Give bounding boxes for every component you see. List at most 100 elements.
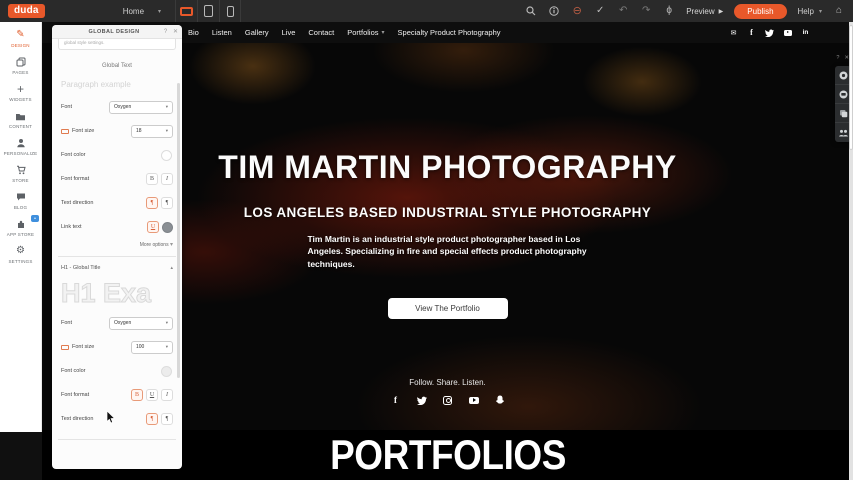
font-select[interactable]: Oxygen ▾ xyxy=(109,101,173,114)
chevron-down-icon: ▾ xyxy=(382,29,385,36)
paragraph-rtl-icon: ¶ xyxy=(166,200,169,206)
mobile-icon xyxy=(227,6,234,17)
panel-title: GLOBAL DESIGN xyxy=(52,29,162,35)
nav-item-bio[interactable]: Bio xyxy=(188,28,199,37)
app-store-puzzle-icon xyxy=(16,219,26,230)
h1-font-size-select[interactable]: 100 ▾ xyxy=(131,341,173,354)
h1-font-select[interactable]: Oxygen ▾ xyxy=(109,317,173,330)
h1-italic-button[interactable]: I xyxy=(161,389,173,401)
font-color-row: Font color xyxy=(61,143,173,167)
link-color-swatch[interactable] xyxy=(162,222,173,233)
h1-ltr-direction-button[interactable]: ¶ xyxy=(146,413,158,425)
h1-font-size-row: Font size 100 ▾ xyxy=(61,335,173,359)
snapchat-icon[interactable] xyxy=(495,395,505,405)
font-format-row: Font format B I xyxy=(61,167,173,191)
dev-mode-icon[interactable]: ϕ xyxy=(663,6,675,16)
top-bar: duda Home ▾ ⊖ ✓ ↶ ↷ ϕ Preview ▶ Publish … xyxy=(0,0,853,22)
sidebar-item-pages[interactable]: PAGES xyxy=(0,52,41,79)
dashboard-home-icon[interactable]: ⌂ xyxy=(833,6,845,16)
paragraph-ltr-icon: ¶ xyxy=(151,416,154,422)
app-store-badge: • xyxy=(31,215,39,222)
font-size-select[interactable]: 18 ▾ xyxy=(131,125,173,138)
h1-font-color-swatch[interactable] xyxy=(161,366,172,377)
section-divider xyxy=(58,256,176,257)
sidebar-item-app-store[interactable]: APP STORE • xyxy=(0,214,41,241)
email-icon[interactable]: ✉ xyxy=(729,28,738,37)
italic-button[interactable]: I xyxy=(161,173,173,185)
font-size-row: Font size 18 ▾ xyxy=(61,119,173,143)
sidebar-item-content[interactable]: CONTENT xyxy=(0,106,41,133)
sidebar-item-settings[interactable]: ⚙ SETTINGS xyxy=(0,241,41,268)
global-text-heading: Global Text xyxy=(61,63,173,69)
editor-sidebar: ✎ DESIGN PAGES + WIDGETS CONTENT PERSONA… xyxy=(0,22,42,432)
responsive-size-icon xyxy=(61,129,69,134)
nav-item-contact[interactable]: Contact xyxy=(308,28,334,37)
nav-item-specialty[interactable]: Specialty Product Photography xyxy=(398,28,501,37)
h1-bold-button[interactable]: B xyxy=(131,389,143,401)
link-text-row: Link text U xyxy=(61,215,173,239)
theme-icon[interactable]: ⊖ xyxy=(571,6,583,17)
mobile-view-button[interactable] xyxy=(219,0,241,22)
search-icon[interactable] xyxy=(525,6,537,16)
panel-close-button[interactable]: ✕ xyxy=(172,28,179,35)
approve-check-icon[interactable]: ✓ xyxy=(594,6,606,16)
store-cart-icon xyxy=(16,165,26,176)
sidebar-item-blog[interactable]: BLOG xyxy=(0,187,41,214)
nav-item-listen[interactable]: Listen xyxy=(212,28,232,37)
responsive-size-icon xyxy=(61,345,69,350)
facebook-icon[interactable]: f xyxy=(747,28,756,37)
page-scrollbar-thumb[interactable] xyxy=(849,25,853,150)
sidebar-item-personalize[interactable]: PERSONALIZE xyxy=(0,133,41,160)
topbar-actions: ⊖ ✓ ↶ ↷ ϕ Preview ▶ Publish Help ▾ ⌂ xyxy=(525,4,845,19)
more-options-link[interactable]: More options ▾ xyxy=(61,241,173,248)
page-selector-value: Home xyxy=(123,7,144,16)
global-design-panel: GLOBAL DESIGN ? ✕ global style settings.… xyxy=(52,25,182,469)
publish-button[interactable]: Publish xyxy=(734,4,786,19)
sidebar-item-widgets[interactable]: + WIDGETS xyxy=(0,79,41,106)
font-row: Font Oxygen ▾ xyxy=(61,95,173,119)
bold-button[interactable]: B xyxy=(146,173,158,185)
chevron-down-icon: ▾ xyxy=(819,8,822,15)
facebook-icon[interactable]: f xyxy=(391,395,401,405)
nav-item-portfolios[interactable]: Portfolios ▾ xyxy=(347,28,384,37)
desktop-icon xyxy=(180,7,193,16)
paragraph-rtl-icon: ¶ xyxy=(166,416,169,422)
layers-icon xyxy=(839,109,848,118)
twitter-icon[interactable] xyxy=(765,28,774,37)
desktop-view-button[interactable] xyxy=(175,0,197,22)
sidebar-item-store[interactable]: STORE xyxy=(0,160,41,187)
nav-item-live[interactable]: Live xyxy=(282,28,296,37)
page-scrollbar-track[interactable] xyxy=(849,22,853,480)
redo-icon[interactable]: ↷ xyxy=(640,6,652,16)
view-portfolio-button[interactable]: View The Portfolio xyxy=(388,298,508,319)
youtube-icon[interactable] xyxy=(783,28,792,37)
panel-scrollbar[interactable] xyxy=(177,83,180,378)
link-underline-button[interactable]: U xyxy=(147,221,159,233)
instagram-icon[interactable] xyxy=(443,395,453,405)
h1-rtl-direction-button[interactable]: ¶ xyxy=(161,413,173,425)
paragraph-style-preview: Paragraph example xyxy=(61,80,173,89)
twitter-icon[interactable] xyxy=(417,395,427,405)
personalize-person-icon xyxy=(16,138,26,149)
sidebar-item-design[interactable]: ✎ DESIGN xyxy=(0,25,41,52)
page-selector-dropdown[interactable]: Home ▾ xyxy=(123,7,161,16)
tablet-view-button[interactable] xyxy=(197,0,219,22)
device-switcher xyxy=(175,0,241,22)
nav-item-gallery[interactable]: Gallery xyxy=(245,28,269,37)
linkedin-icon[interactable]: in xyxy=(801,28,810,37)
youtube-icon[interactable] xyxy=(469,395,479,405)
preview-button[interactable]: Preview ▶ xyxy=(686,7,723,16)
ltr-direction-button[interactable]: ¶ xyxy=(146,197,158,209)
panel-help-button[interactable]: ? xyxy=(162,29,169,35)
duda-logo[interactable]: duda xyxy=(8,4,45,18)
undo-icon[interactable]: ↶ xyxy=(617,6,629,16)
chevron-down-icon: ▾ xyxy=(166,344,168,350)
help-dropdown[interactable]: Help ▾ xyxy=(798,7,822,16)
right-help-button[interactable]: ? xyxy=(836,55,839,61)
rtl-direction-button[interactable]: ¶ xyxy=(161,197,173,209)
info-icon[interactable] xyxy=(548,6,560,16)
camera-icon xyxy=(839,71,848,80)
h1-section-header[interactable]: H1 - Global Title ▴ xyxy=(61,265,173,271)
font-color-swatch[interactable] xyxy=(161,150,172,161)
h1-underline-button[interactable]: U xyxy=(146,389,158,401)
